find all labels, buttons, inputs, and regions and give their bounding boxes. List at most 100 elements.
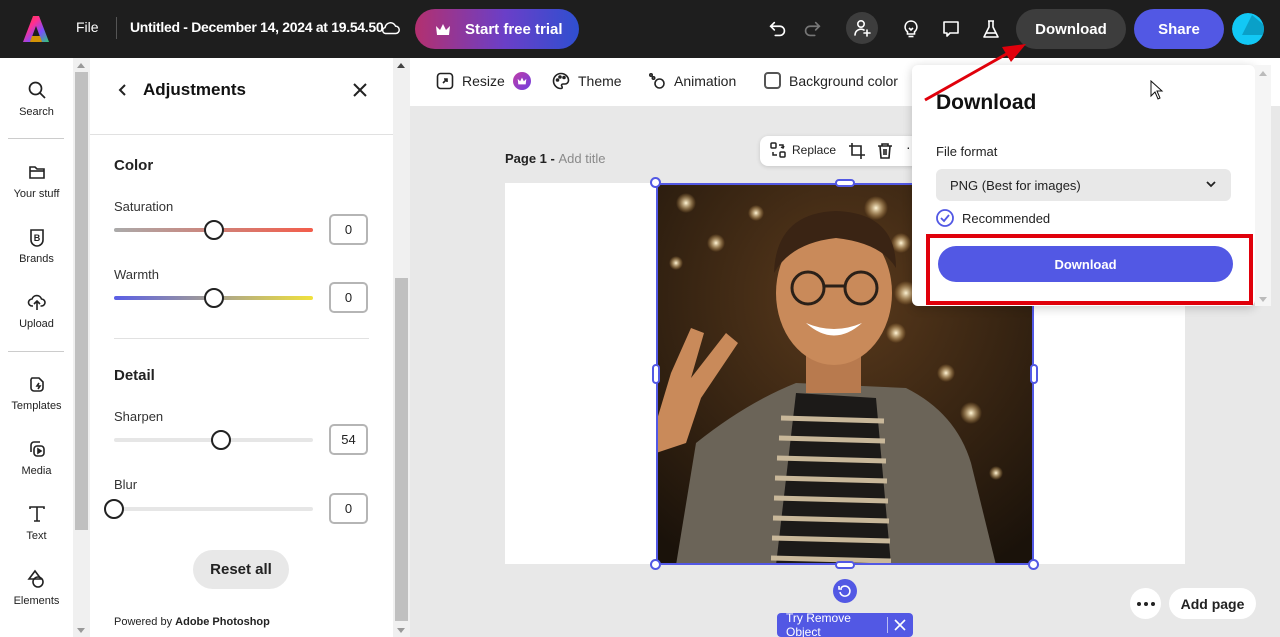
labs-button[interactable] [976,14,1006,44]
rotate-button[interactable] [833,579,857,603]
undo-button[interactable] [763,14,793,44]
rail-item-search[interactable]: Search [0,80,73,118]
panel-scrollbar[interactable] [393,58,410,637]
animation-label: Animation [674,73,737,89]
sharpen-value-input[interactable]: 54 [329,424,368,455]
animation-button[interactable]: Animation [648,72,736,90]
rail-label: Brands [19,253,54,265]
blur-slider[interactable] [104,499,313,519]
try-remove-object-button[interactable]: Try Remove Object [777,611,887,637]
annotation-highlight-box [926,234,1253,305]
theme-button[interactable]: Theme [552,72,622,90]
try-remove-object-banner: Try Remove Object [777,611,913,637]
chevron-down-icon [1206,181,1216,188]
scroll-down-arrow[interactable] [1259,297,1267,302]
section-title-color: Color [114,157,154,174]
start-free-trial-button[interactable]: Start free trial [415,9,579,49]
scroll-up-arrow[interactable] [397,63,405,68]
invite-user-icon [854,19,871,37]
premium-crown-icon [512,72,531,90]
slider-knob[interactable] [104,499,124,519]
cloud-sync-icon[interactable] [380,17,402,39]
section-divider [114,338,369,339]
scroll-thumb[interactable] [395,278,408,621]
templates-icon [29,377,44,392]
resize-button[interactable]: Resize [436,72,531,90]
add-page-button[interactable]: Add page [1169,588,1256,619]
rail-item-upload[interactable]: Upload [0,292,73,330]
slider-knob[interactable] [203,288,224,308]
rail-item-media[interactable]: Media [0,439,73,477]
more-options-icon[interactable]: · [906,139,911,155]
top-bar: File Untitled - December 14, 2024 at 19.… [0,0,1280,58]
user-avatar[interactable] [1232,13,1264,45]
warmth-slider[interactable] [114,288,313,308]
sharpen-slider[interactable] [114,430,313,450]
rail-item-brands[interactable]: B Brands [0,227,73,265]
slider-label-saturation: Saturation [114,199,174,214]
rail-label: Text [26,530,47,542]
scroll-down-arrow[interactable] [397,628,405,633]
replace-icon [770,142,786,158]
resize-handle-top[interactable] [835,179,855,187]
invite-button[interactable] [846,12,878,44]
page-label: Page 1 - Add title [505,151,605,166]
rail-label: Your stuff [13,188,60,200]
section-title-detail: Detail [114,367,155,384]
close-icon[interactable] [350,80,370,100]
check-circle-icon [936,209,954,227]
rail-item-templates[interactable]: Templates [0,374,73,412]
upload-icon [27,294,46,310]
replace-button[interactable]: Replace [770,142,836,158]
powered-prefix: Powered by [114,616,173,628]
rail-item-your-stuff[interactable]: Your stuff [0,162,73,200]
resize-handle-bottom[interactable] [835,561,855,569]
file-format-select[interactable]: PNG (Best for images) [936,169,1231,201]
resize-handle-top-left[interactable] [650,177,661,188]
resize-handle-bottom-right[interactable] [1028,559,1039,570]
slider-knob[interactable] [203,220,224,240]
popover-scrollbar[interactable] [1255,65,1271,306]
saturation-slider[interactable] [114,220,313,240]
left-rail: Search Your stuff B Brands Upload Templa… [0,58,73,637]
scroll-thumb[interactable] [75,72,88,530]
saturation-value-input[interactable]: 0 [329,214,368,245]
adobe-express-logo[interactable] [22,14,50,44]
document-title[interactable]: Untitled - December 14, 2024 at 19.54.50 [130,19,384,35]
dismiss-button[interactable] [888,619,912,631]
reset-all-button[interactable]: Reset all [193,550,289,589]
download-button[interactable]: Download [1016,9,1126,49]
scroll-up-arrow[interactable] [77,63,85,68]
page-more-button[interactable] [1130,588,1161,619]
resize-handle-left[interactable] [652,364,660,384]
file-menu[interactable]: File [76,19,99,35]
resize-handle-bottom-left[interactable] [650,559,661,570]
inspiration-button[interactable] [896,14,926,44]
warmth-value-input[interactable]: 0 [329,282,368,313]
rail-label: Media [21,465,52,477]
resize-icon [436,72,454,90]
comments-button[interactable] [936,14,966,44]
rail-scrollbar[interactable] [73,58,90,637]
slider-label-sharpen: Sharpen [114,409,164,424]
slider-knob[interactable] [211,430,232,450]
panel-title: Adjustments [143,80,246,99]
back-chevron-icon[interactable] [116,80,130,100]
background-color-label: Background color [789,72,898,89]
blur-value-input[interactable]: 0 [329,493,368,524]
scroll-down-arrow[interactable] [77,628,85,633]
rail-item-elements[interactable]: Elements [0,569,73,607]
scroll-up-arrow[interactable] [1259,71,1267,76]
trash-icon[interactable] [876,142,894,160]
add-title-placeholder[interactable]: Add title [558,151,605,166]
background-color-button[interactable]: Background color [764,72,898,89]
recommended-label: Recommended [962,210,1051,226]
resize-handle-right[interactable] [1030,364,1038,384]
page-number: Page 1 - [505,151,559,166]
redo-button[interactable] [797,14,827,44]
share-button[interactable]: Share [1134,9,1224,49]
rail-item-text[interactable]: Text [0,504,73,542]
flask-icon [983,20,999,38]
rail-divider [8,138,64,139]
crop-icon[interactable] [848,142,866,160]
